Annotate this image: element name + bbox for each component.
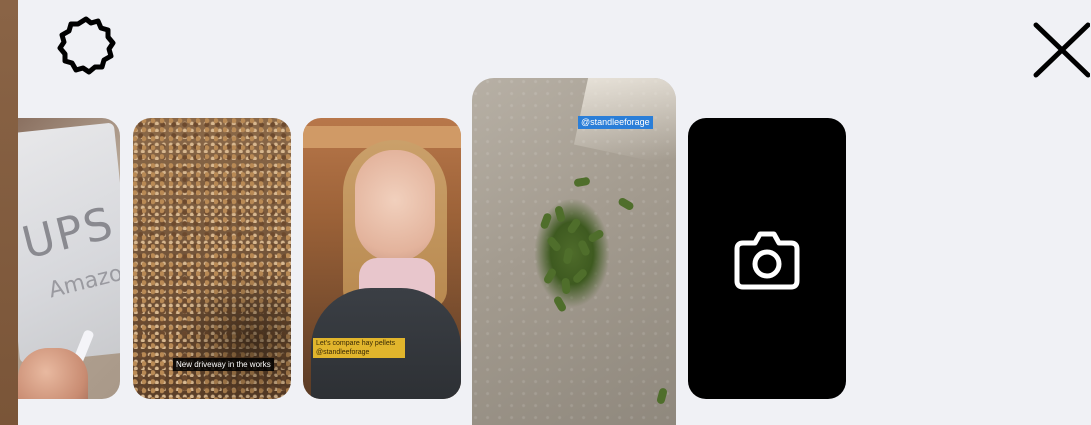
- hay-pellet: [561, 277, 571, 295]
- story-thumbnail-4-selected[interactable]: @standleeforage: [472, 78, 676, 425]
- shadow-image: [173, 268, 291, 399]
- camera-tile[interactable]: [688, 118, 846, 399]
- hay-pellet: [617, 196, 635, 212]
- close-icon: [1033, 22, 1090, 78]
- story-thumbnail-2[interactable]: New driveway in the works: [133, 118, 291, 399]
- settings-button[interactable]: [48, 8, 124, 84]
- story-caption: New driveway in the works: [173, 358, 274, 371]
- person-face-image: [355, 150, 435, 262]
- hay-pellet: [573, 176, 591, 188]
- hay-pellet: [656, 387, 668, 405]
- story-caption: Let's compare hay pellets @standleeforag…: [313, 338, 405, 358]
- gear-icon: [57, 16, 116, 75]
- story-thumbnail-1[interactable]: UPS Amazon: [18, 118, 120, 399]
- camera-icon: [734, 231, 800, 289]
- close-button[interactable]: [1026, 8, 1091, 88]
- mention-tag: @standleeforage: [578, 116, 653, 129]
- story-thumbnail-3[interactable]: Let's compare hay pellets @standleeforag…: [303, 118, 461, 399]
- background-edge: [0, 0, 18, 425]
- hand-image: [18, 348, 88, 399]
